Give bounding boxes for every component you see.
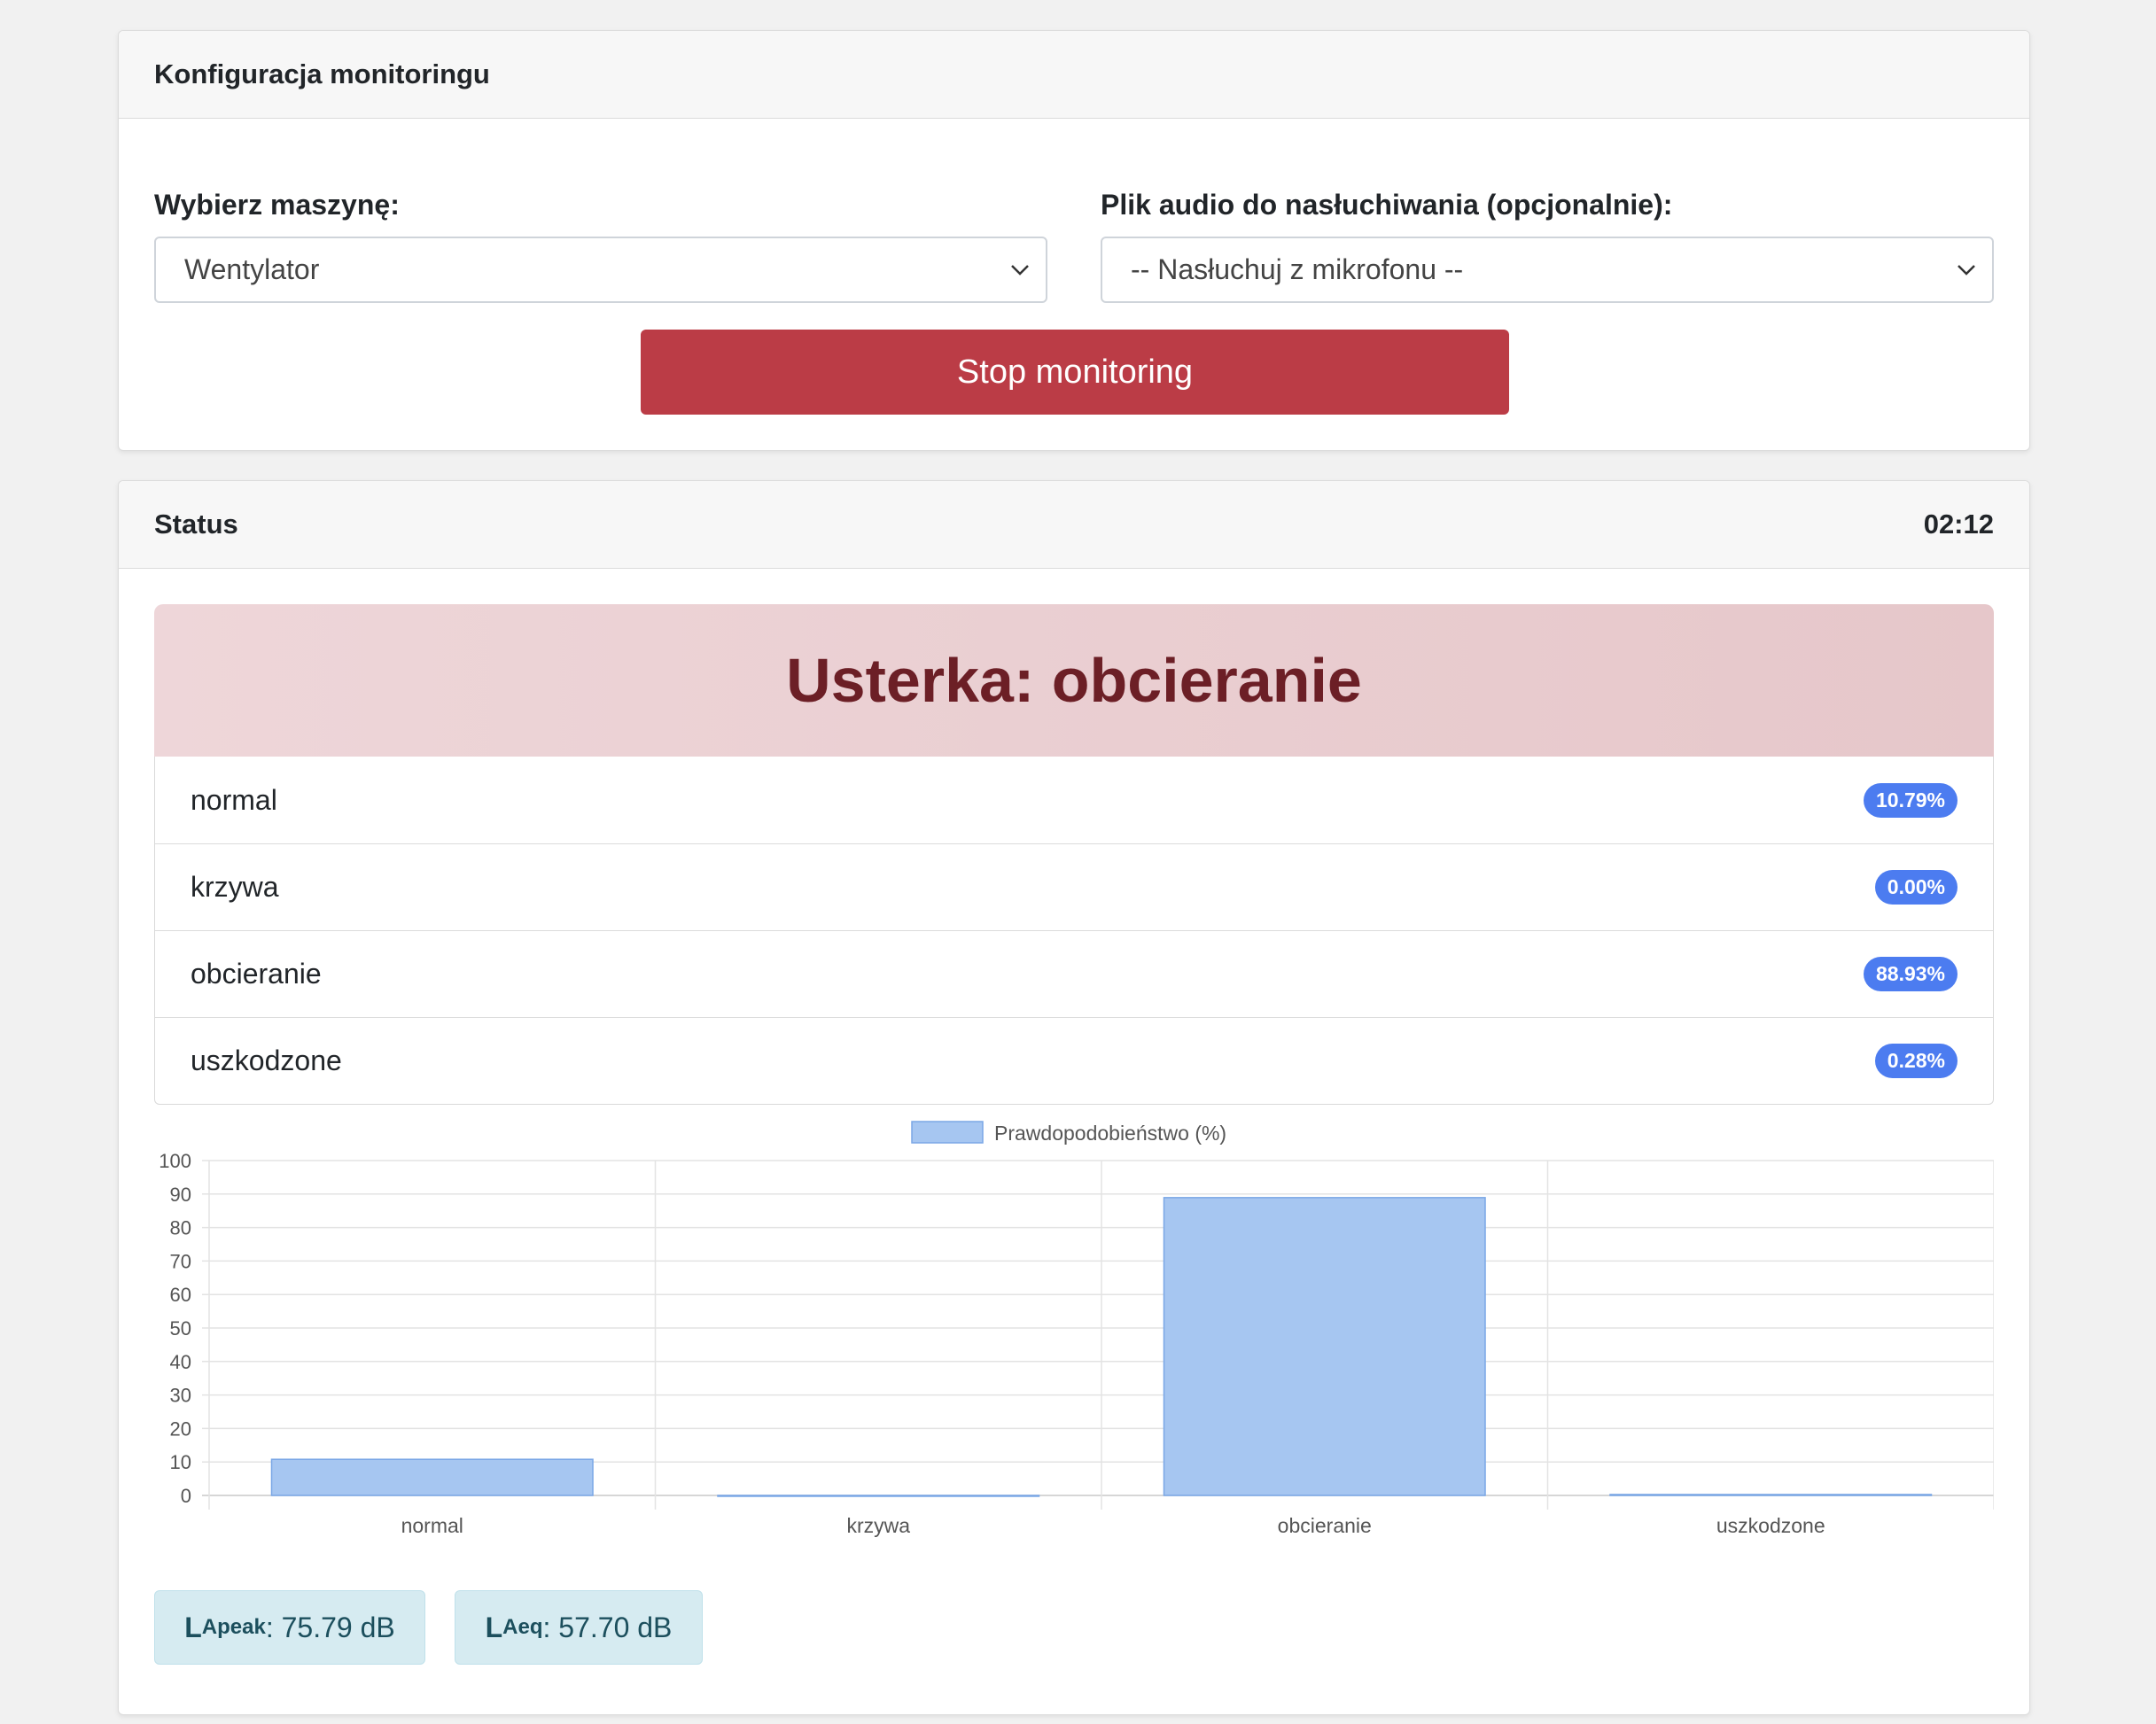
config-card: Konfiguracja monitoringu Wybierz maszynę… bbox=[118, 30, 2030, 451]
y-tick-label: 20 bbox=[170, 1417, 191, 1440]
y-tick-label: 30 bbox=[170, 1385, 191, 1407]
metric-symbol: L bbox=[485, 1611, 503, 1643]
bar bbox=[270, 1458, 594, 1496]
class-probability-list: normal 10.79% krzywa 0.00% obcieranie 88… bbox=[154, 757, 1994, 1105]
y-tick-label: 100 bbox=[159, 1150, 191, 1172]
machine-select[interactable]: Wentylator bbox=[154, 237, 1047, 303]
laeq-value: : 57.70 dB bbox=[542, 1611, 673, 1643]
list-item: normal 10.79% bbox=[155, 757, 1993, 843]
status-header: Status 02:12 bbox=[119, 481, 2029, 569]
chart-grid bbox=[202, 1160, 1994, 1510]
list-item: obcieranie 88.93% bbox=[155, 930, 1993, 1017]
probability-badge: 0.28% bbox=[1874, 1044, 1958, 1078]
audio-select[interactable]: -- Nasłuchuj z mikrofonu -- bbox=[1101, 237, 1994, 303]
fault-alert-banner: Usterka: obcieranie bbox=[154, 604, 1994, 757]
lapeak-value: : 75.79 dB bbox=[265, 1611, 395, 1643]
probability-badge: 10.79% bbox=[1863, 782, 1958, 818]
laeq-metric: L Aeq: 57.70 dB bbox=[455, 1590, 703, 1665]
audio-label: Plik audio do nasłuchiwania (opcjonalnie… bbox=[1101, 189, 1673, 221]
status-title: Status bbox=[154, 509, 238, 540]
chart-legend: Prawdopodobieństwo (%) bbox=[911, 1121, 1226, 1145]
bar bbox=[717, 1495, 1040, 1497]
y-tick-label: 10 bbox=[170, 1451, 191, 1473]
legend-swatch bbox=[911, 1121, 984, 1144]
list-item: uszkodzone 0.28% bbox=[155, 1017, 1993, 1104]
x-tick-label: obcieranie bbox=[1278, 1514, 1372, 1537]
config-title: Konfiguracja monitoringu bbox=[154, 58, 490, 89]
x-tick-label: normal bbox=[401, 1514, 463, 1537]
probability-bar-chart: 0 10 20 30 40 50 60 70 80 90 100 normal krzywa obcier… bbox=[159, 1121, 1994, 1537]
list-item: krzywa 0.00% bbox=[155, 843, 1993, 930]
legend-label: Prawdopodobieństwo (%) bbox=[994, 1122, 1226, 1145]
metric-subscript: Aeq bbox=[502, 1615, 543, 1639]
class-label: normal bbox=[191, 783, 277, 816]
bar bbox=[1163, 1197, 1486, 1496]
x-tick-label: uszkodzone bbox=[1716, 1514, 1825, 1537]
y-tick-label: 90 bbox=[170, 1184, 191, 1206]
probability-badge: 88.93% bbox=[1863, 957, 1958, 991]
chevron-down-icon bbox=[1005, 255, 1035, 285]
class-label: krzywa bbox=[191, 871, 279, 903]
y-tick-label: 40 bbox=[170, 1351, 191, 1373]
audio-select-value: -- Nasłuchuj z mikrofonu -- bbox=[1131, 253, 1464, 285]
class-label: obcieranie bbox=[191, 958, 322, 990]
status-card: Status 02:12 Usterka: obcieranie normal … bbox=[118, 480, 2030, 1715]
lapeak-metric: L Apeak: 75.79 dB bbox=[154, 1590, 425, 1665]
stop-monitoring-button[interactable]: Stop monitoring bbox=[641, 330, 1509, 415]
y-tick-label: 70 bbox=[170, 1250, 191, 1272]
metric-subscript: Apeak bbox=[201, 1615, 266, 1639]
y-tick-label: 80 bbox=[170, 1217, 191, 1239]
machine-select-value: Wentylator bbox=[184, 253, 320, 285]
metric-symbol: L bbox=[184, 1611, 202, 1643]
machine-label: Wybierz maszynę: bbox=[154, 189, 400, 221]
y-tick-label: 0 bbox=[181, 1485, 191, 1507]
machine-field: Wybierz maszynę: Wentylator bbox=[154, 189, 1047, 303]
chevron-down-icon bbox=[1951, 255, 1981, 285]
config-header: Konfiguracja monitoringu bbox=[119, 31, 2029, 119]
x-tick-label: krzywa bbox=[846, 1514, 910, 1537]
audio-field: Plik audio do nasłuchiwania (opcjonalnie… bbox=[1101, 189, 1994, 303]
probability-badge: 0.00% bbox=[1874, 870, 1958, 905]
status-timer: 02:12 bbox=[1923, 509, 1994, 540]
y-tick-label: 60 bbox=[170, 1284, 191, 1306]
y-tick-label: 50 bbox=[170, 1317, 191, 1340]
class-label: uszkodzone bbox=[191, 1044, 342, 1076]
